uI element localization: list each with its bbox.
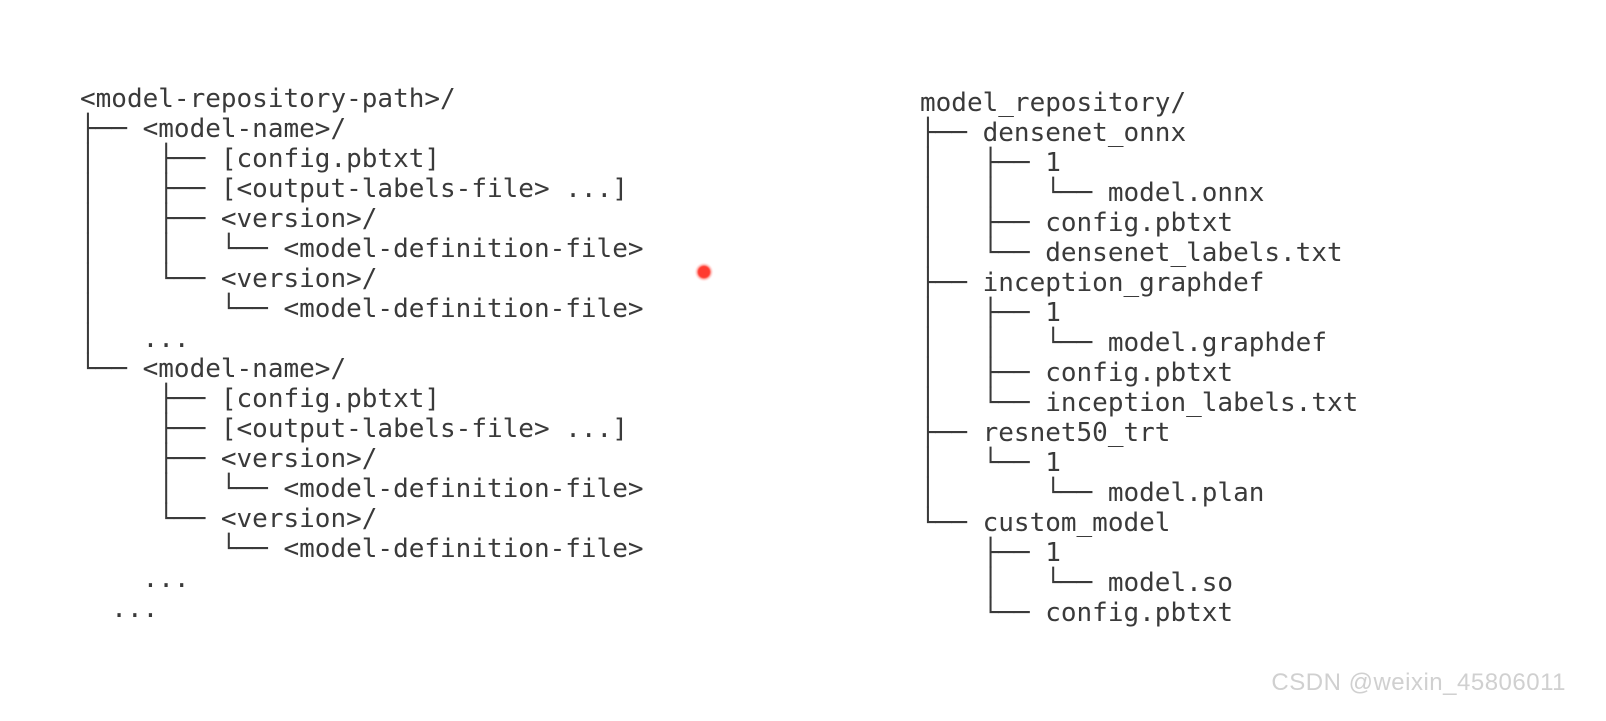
example-tree: model_repository/ ├── densenet_onnx │ ├─… (920, 88, 1358, 628)
schema-tree: <model-repository-path>/ ├── <model-name… (80, 84, 644, 624)
watermark: CSDN @weixin_45806011 (1271, 669, 1566, 697)
laser-pointer-dot (695, 263, 713, 281)
